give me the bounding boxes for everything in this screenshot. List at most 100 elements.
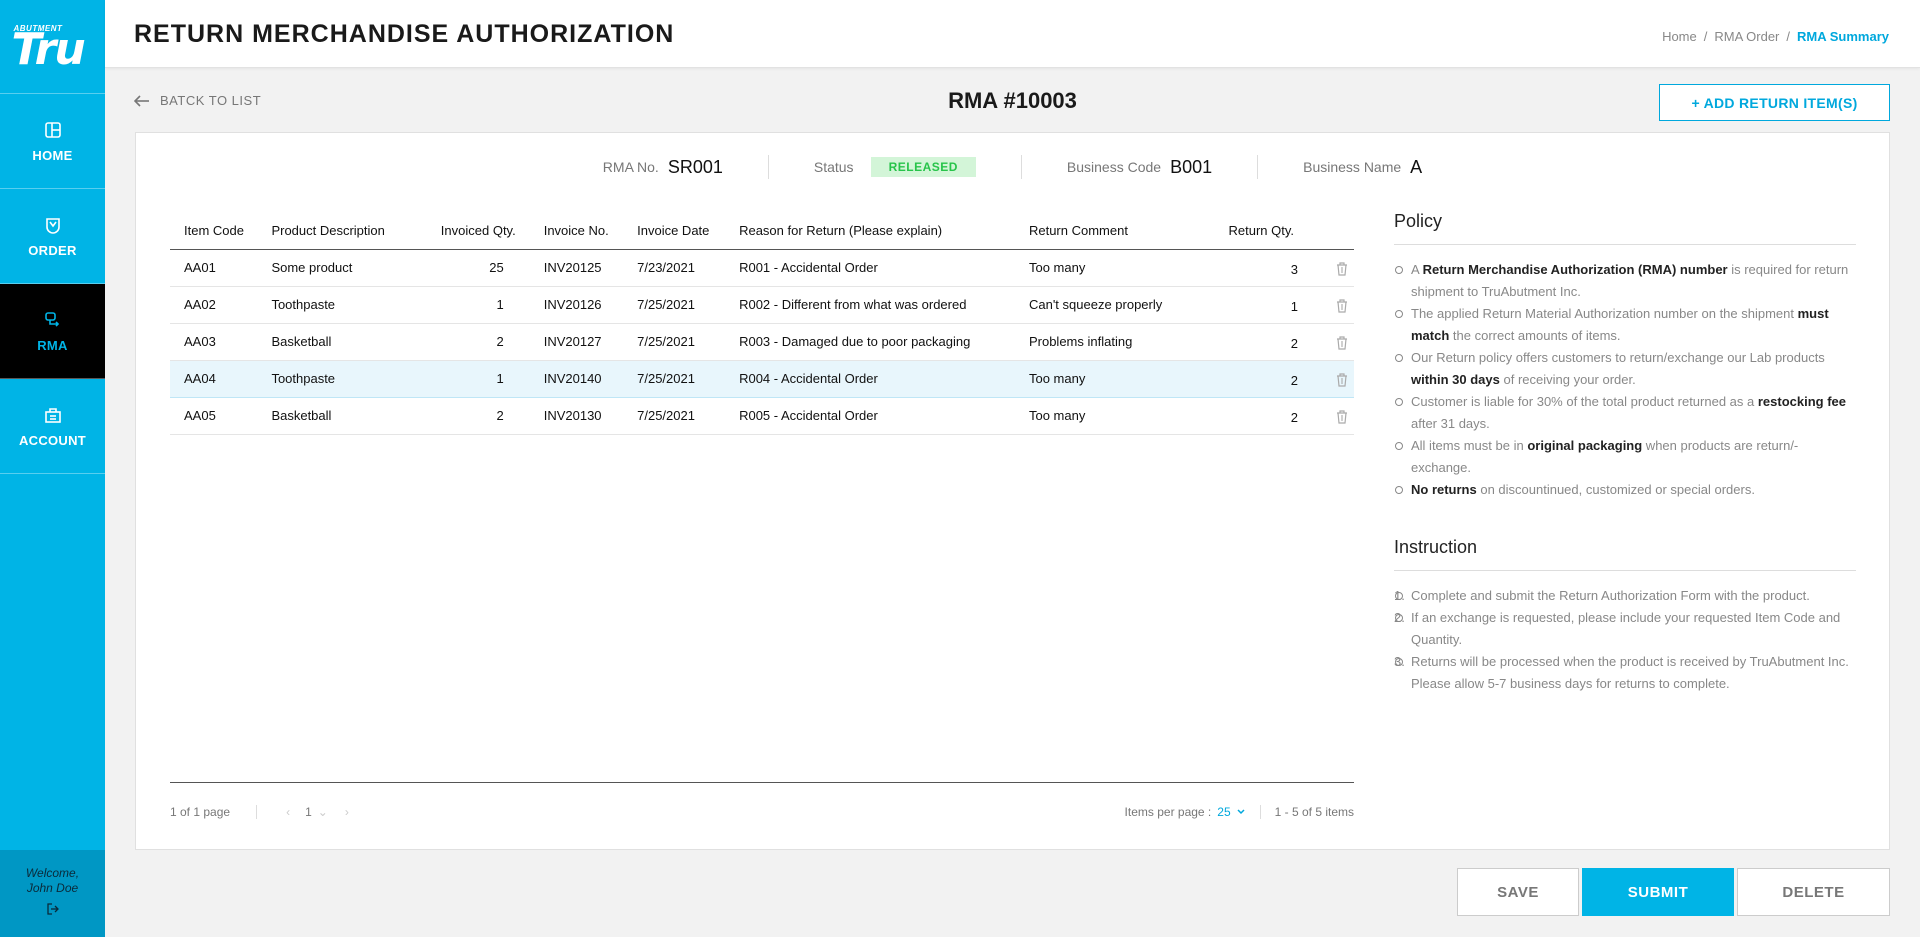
user-name: John Doe: [26, 881, 79, 895]
business-code-label: Business Code: [1066, 159, 1162, 175]
per-page-select[interactable]: 25: [1217, 805, 1230, 819]
cell-invoice-no: INV20125: [529, 249, 624, 287]
items-range: 1 - 5 of 5 items: [1274, 805, 1354, 819]
page-info: 1 of 1 page: [170, 805, 231, 819]
instruction-section: Instruction 1. Complete and submit the Re…: [1394, 537, 1856, 695]
logo[interactable]: ABUTMENT Tru: [0, 0, 105, 94]
return-qty-value: 3: [1290, 262, 1298, 277]
instruction-item: 1. Complete and submit the Return Authori…: [1394, 585, 1856, 607]
arrow-left-icon: [134, 94, 149, 107]
home-icon: [44, 121, 61, 138]
chevron-down-icon[interactable]: [1236, 808, 1246, 816]
policy-item: All items must be in original packaging …: [1394, 435, 1856, 479]
cell-invoiced-qty: 1: [408, 359, 530, 398]
submit-button[interactable]: SUBMIT: [1582, 868, 1734, 916]
sidebar-footer: Welcome, John Doe: [0, 850, 105, 937]
trash-icon[interactable]: [1334, 409, 1350, 425]
table-header-row: Item Code Product Description Invoiced Q…: [170, 213, 1354, 250]
breadcrumb-home[interactable]: Home: [1662, 29, 1697, 44]
cell-item-code: AA01: [170, 249, 258, 287]
table-row[interactable]: AA02 Toothpaste 1 INV20126 7/25/2021 R00…: [170, 286, 1354, 324]
policy-title: Policy: [1394, 211, 1856, 245]
rma-info-row: RMA No. SR001 Status RELEASED Business C…: [136, 155, 1889, 179]
cell-reason: R005 - Accidental Order: [725, 397, 1015, 435]
breadcrumb-separator: /: [1786, 29, 1791, 44]
instruction-item: 2. If an exchange is requested, please in…: [1394, 607, 1856, 651]
business-name-field: Business Name A: [1258, 155, 1467, 179]
col-invoiced-qty[interactable]: Invoiced Qty.: [408, 213, 530, 250]
sidebar-item-order[interactable]: ORDER: [0, 189, 105, 284]
table-row[interactable]: AA04 Toothpaste 1 INV20140 7/25/2021 R00…: [170, 359, 1354, 398]
sidebar-item-label: ORDER: [28, 242, 77, 258]
order-icon: [45, 217, 60, 234]
policy-item: A Return Merchandise Authorization (RMA)…: [1394, 259, 1856, 303]
welcome-text: Welcome,: [25, 866, 80, 880]
cell-invoiced-qty: 2: [408, 397, 530, 435]
cell-invoice-no: INV20127: [529, 323, 624, 361]
breadcrumb-rma-order[interactable]: RMA Order: [1714, 29, 1779, 44]
cell-invoice-date: 7/25/2021: [623, 286, 726, 324]
breadcrumb-separator: /: [1703, 29, 1708, 44]
col-item-code[interactable]: Item Code: [170, 213, 258, 250]
business-name-value: A: [1410, 156, 1423, 177]
return-qty-value: 2: [1290, 336, 1298, 351]
delete-button[interactable]: DELETE: [1737, 868, 1890, 916]
logo-main-text: Tru: [11, 23, 86, 75]
cell-product-description: Basketball: [257, 397, 409, 435]
col-return-qty[interactable]: Return Qty.: [1189, 213, 1354, 250]
business-code-field: Business Code B001: [1022, 155, 1259, 179]
back-to-list-link[interactable]: BATCK TO LIST: [134, 93, 261, 108]
logout-icon[interactable]: [46, 902, 60, 916]
instruction-item: 3. Returns will be processed when the pro…: [1394, 651, 1856, 673]
cell-return-qty: 3: [1189, 249, 1354, 287]
col-invoice-no[interactable]: Invoice No.: [529, 213, 624, 250]
cell-invoice-date: 7/25/2021: [623, 397, 726, 435]
cell-return-comment: Can't squeeze properly: [1014, 286, 1190, 324]
table-row[interactable]: AA03 Basketball 2 INV20127 7/25/2021 R00…: [170, 323, 1354, 361]
sidebar-item-account[interactable]: ACCOUNT: [0, 379, 105, 474]
trash-icon[interactable]: [1334, 298, 1350, 314]
policy-item: Our Return policy offers customers to re…: [1394, 347, 1856, 391]
sidebar-item-label: RMA: [37, 337, 68, 353]
sidebar-item-rma[interactable]: RMA: [0, 284, 105, 379]
cell-product-description: Some product: [257, 249, 409, 287]
cell-invoice-date: 7/25/2021: [623, 359, 726, 398]
table-row[interactable]: AA05 Basketball 2 INV20130 7/25/2021 R00…: [170, 397, 1354, 435]
trash-icon[interactable]: [1334, 372, 1350, 388]
cell-product-description: Toothpaste: [257, 286, 409, 324]
account-icon: [44, 407, 61, 423]
cell-product-description: Toothpaste: [257, 359, 409, 398]
col-return-comment[interactable]: Return Comment: [1014, 213, 1190, 250]
trash-icon[interactable]: [1334, 261, 1350, 277]
cell-reason: R003 - Damaged due to poor packaging: [725, 323, 1015, 361]
add-return-items-button[interactable]: + ADD RETURN ITEM(S): [1659, 84, 1890, 121]
cell-return-comment: Too many: [1014, 249, 1190, 287]
pager: 1 of 1 page ‹ 1 ⌄ › Items per page : 25 …: [170, 803, 1354, 823]
col-product-description[interactable]: Product Description: [257, 213, 409, 250]
back-label: BATCK TO LIST: [160, 93, 262, 108]
col-reason[interactable]: Reason for Return (Please explain): [725, 213, 1015, 250]
rma-card: RMA No. SR001 Status RELEASED Business C…: [135, 132, 1890, 850]
business-code-value: B001: [1170, 156, 1213, 177]
cell-item-code: AA03: [170, 323, 258, 361]
cell-invoiced-qty: 2: [408, 323, 530, 361]
policy-item: The applied Return Material Authorizatio…: [1394, 303, 1856, 347]
current-page-select[interactable]: 1: [305, 805, 312, 819]
return-qty-value: 1: [1290, 299, 1298, 314]
prev-page-icon[interactable]: ‹: [286, 805, 290, 819]
cell-item-code: AA02: [170, 286, 258, 324]
rma-icon: [44, 311, 59, 327]
policy-item: No returns on discountinued, customized …: [1394, 479, 1856, 501]
table-row[interactable]: AA01 Some product 25 INV20125 7/23/2021 …: [170, 249, 1354, 287]
trash-icon[interactable]: [1334, 335, 1350, 351]
rma-title: RMA #10003: [948, 88, 1077, 113]
cell-return-comment: Problems inflating: [1014, 323, 1190, 361]
table-bottom-divider: [170, 782, 1354, 783]
chevron-down-icon[interactable]: ⌄: [318, 805, 328, 819]
next-page-icon[interactable]: ›: [345, 805, 349, 819]
cell-product-description: Basketball: [257, 323, 409, 361]
status-field: Status RELEASED: [769, 155, 1022, 179]
save-button[interactable]: SAVE: [1457, 868, 1579, 916]
col-invoice-date[interactable]: Invoice Date: [623, 213, 726, 250]
pager-separator: [1259, 805, 1261, 819]
